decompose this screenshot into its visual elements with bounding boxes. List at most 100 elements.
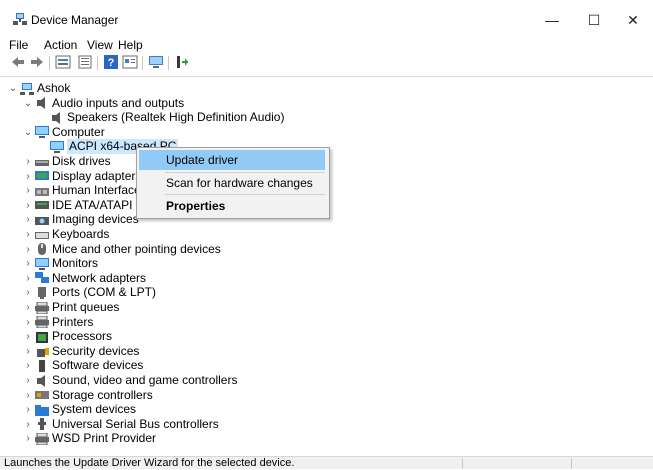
update-driver-menu-item[interactable]: Update driver xyxy=(139,150,325,170)
menu-action[interactable]: Action xyxy=(44,38,77,52)
tree-category[interactable]: › Monitors xyxy=(23,256,98,271)
status-bar: Launches the Update Driver Wizard for th… xyxy=(0,456,653,469)
tree-root-ashok[interactable]: ⌄ Ashok xyxy=(8,81,71,96)
chevron-right-icon[interactable]: › xyxy=(23,402,33,417)
maximize-button[interactable]: ☐ xyxy=(576,8,612,32)
tree-item-label: Security devices xyxy=(52,343,140,358)
device-tree: ⌄ Ashok ⌄ Audio inputs and outputs Speakers … xyxy=(0,76,653,453)
tree-category[interactable]: › Storage controllers xyxy=(23,388,152,403)
help-icon[interactable]: ? xyxy=(103,55,119,69)
tree-item-label: Audio inputs and outputs xyxy=(52,95,185,110)
properties-menu-item[interactable]: Properties xyxy=(139,196,325,216)
context-menu: Update driver Scan for hardware changes … xyxy=(136,147,330,219)
tree-category[interactable]: › Imaging devices xyxy=(23,212,138,227)
status-separator xyxy=(571,458,572,469)
chevron-right-icon[interactable]: › xyxy=(23,198,33,213)
tree-category[interactable]: › Sound, video and game controllers xyxy=(23,373,237,388)
title-bar: Device Manager — ☐ ✕ xyxy=(0,0,653,32)
chevron-right-icon[interactable]: › xyxy=(23,300,33,315)
tree-device[interactable]: Speakers (Realtek High Definition Audio) xyxy=(38,110,284,125)
tree-category[interactable]: › Keyboards xyxy=(23,227,109,242)
scan-icon[interactable] xyxy=(174,55,190,69)
chevron-right-icon[interactable]: › xyxy=(23,212,33,227)
chevron-down-icon[interactable]: ⌄ xyxy=(8,81,18,96)
chevron-right-icon[interactable]: › xyxy=(23,417,33,432)
chevron-right-icon[interactable]: › xyxy=(23,154,33,169)
network-icon xyxy=(35,272,49,284)
menu-help[interactable]: Help xyxy=(118,38,143,52)
device-manager-icon xyxy=(13,13,27,25)
tree-item-label: Print queues xyxy=(52,300,120,314)
details-icon[interactable] xyxy=(122,55,138,69)
tree-item-label: Disk drives xyxy=(52,154,111,168)
printer-icon xyxy=(35,316,49,329)
chevron-right-icon[interactable]: › xyxy=(23,285,33,300)
tree-item-label: Printers xyxy=(52,314,94,329)
chevron-right-icon[interactable]: › xyxy=(23,315,33,330)
keyboard-icon xyxy=(35,231,49,239)
printer-icon xyxy=(35,301,49,314)
chip-icon xyxy=(36,331,48,343)
printer-icon xyxy=(35,432,49,445)
tree-category[interactable]: › Print queues xyxy=(23,300,119,315)
back-icon[interactable] xyxy=(10,55,26,69)
monitor-icon xyxy=(50,140,64,153)
menu-view[interactable]: View xyxy=(87,38,113,52)
chevron-right-icon[interactable]: › xyxy=(23,431,33,446)
tree-category[interactable]: › Disk drives xyxy=(23,154,111,169)
tree-item-label: WSD Print Provider xyxy=(52,431,157,446)
chevron-right-icon[interactable]: › xyxy=(23,388,33,403)
chevron-right-icon[interactable]: › xyxy=(23,183,33,198)
chevron-right-icon[interactable]: › xyxy=(23,256,33,271)
display-icon xyxy=(35,171,49,181)
disk-icon xyxy=(35,159,49,166)
forward-icon[interactable] xyxy=(29,55,45,69)
menu-file[interactable]: File xyxy=(9,38,28,52)
tree-category[interactable]: › Processors xyxy=(23,329,112,344)
chevron-right-icon[interactable]: › xyxy=(23,242,33,257)
toolbar-separator xyxy=(168,56,169,70)
monitor-icon xyxy=(35,257,49,270)
chevron-right-icon[interactable]: › xyxy=(23,329,33,344)
monitor-icon xyxy=(35,126,49,139)
chevron-right-icon[interactable]: › xyxy=(23,358,33,373)
chevron-down-icon[interactable]: ⌄ xyxy=(23,96,33,111)
tree-category[interactable]: ⌄ Computer xyxy=(23,125,105,140)
port-icon xyxy=(38,286,46,299)
tree-category[interactable]: › System devices xyxy=(23,402,136,417)
speaker-icon xyxy=(37,97,45,110)
security-icon xyxy=(37,348,49,358)
tree-category[interactable]: › Software devices xyxy=(23,358,143,373)
tree-category[interactable]: › Ports (COM & LPT) xyxy=(23,285,156,300)
speaker-icon xyxy=(52,111,60,124)
tree-category[interactable]: › Security devices xyxy=(23,344,139,359)
tree-category[interactable]: › Universal Serial Bus controllers xyxy=(23,417,218,432)
chevron-right-icon[interactable]: › xyxy=(23,344,33,359)
scan-hardware-menu-item[interactable]: Scan for hardware changes xyxy=(139,173,325,193)
chevron-right-icon[interactable]: › xyxy=(23,169,33,184)
tree-item-label: Ashok xyxy=(37,81,71,95)
chevron-right-icon[interactable]: › xyxy=(23,373,33,388)
properties-icon[interactable] xyxy=(55,55,71,69)
chevron-right-icon[interactable]: › xyxy=(23,227,33,242)
computer-icon[interactable] xyxy=(148,55,164,69)
tree-item-label: Mice and other pointing devices xyxy=(52,241,221,256)
chevron-right-icon[interactable]: › xyxy=(23,271,33,286)
tree-category[interactable]: › Network adapters xyxy=(23,271,146,286)
tree-category[interactable]: ⌄ Audio inputs and outputs xyxy=(23,96,184,111)
tree-category[interactable]: › WSD Print Provider xyxy=(23,431,156,446)
tree-category[interactable]: › Mice and other pointing devices xyxy=(23,241,221,257)
hid-icon xyxy=(35,187,49,196)
close-button[interactable]: ✕ xyxy=(615,8,651,32)
tree-category[interactable]: › Display adapters xyxy=(23,169,141,184)
menu-bar: File Action View Help xyxy=(0,36,653,54)
tree-category[interactable]: › Printers xyxy=(23,315,93,330)
status-separator xyxy=(462,458,463,469)
tree-item-label: Sound, video and game controllers xyxy=(52,373,238,387)
toolbar-separator xyxy=(97,56,98,70)
chevron-down-icon[interactable]: ⌄ xyxy=(23,125,33,140)
view-icon[interactable] xyxy=(77,55,93,69)
minimize-button[interactable]: — xyxy=(534,8,570,32)
